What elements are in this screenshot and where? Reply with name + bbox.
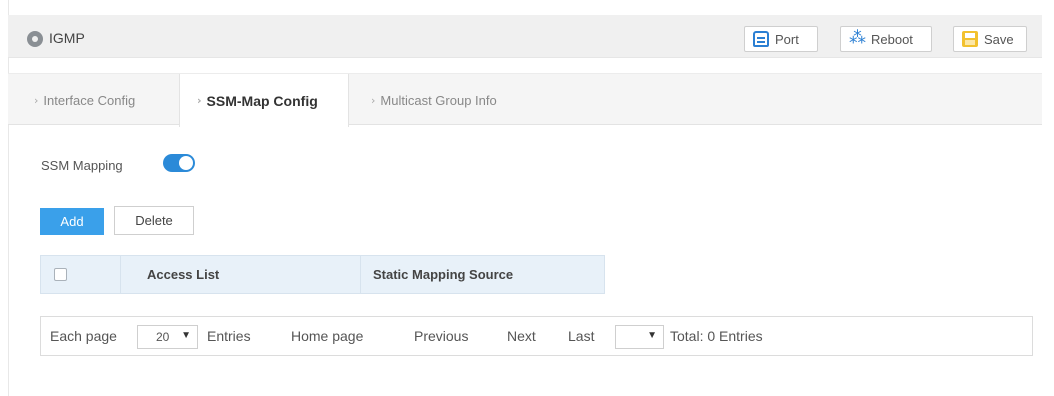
page-size-select[interactable]: 20 ▼ [137,325,198,349]
dropdown-arrow-icon: ▼ [181,330,191,341]
entries-label: Entries [207,328,251,344]
save-icon [962,31,978,47]
dropdown-arrow-icon: ▼ [647,330,657,341]
pagination-bar: Each page 20 ▼ Entries Home page Previou… [40,316,1033,356]
tab-label: SSM-Map Config [206,92,318,109]
home-page-link[interactable]: Home page [291,328,363,344]
module-icon [27,31,43,47]
reboot-button-label: Reboot [871,31,913,47]
port-button-label: Port [775,31,799,47]
add-button[interactable]: Add [40,208,104,235]
title-bar: IGMP Port Reboot Save [8,15,1042,58]
port-icon [753,31,769,47]
page-size-value: 20 [156,330,170,344]
tab-ssm-map-config[interactable]: › SSM-Map Config [179,74,349,127]
last-link[interactable]: Last [568,328,594,344]
chevron-right-icon: › [197,94,202,107]
next-link[interactable]: Next [507,328,536,344]
tab-label: Multicast Group Info [380,92,497,108]
ssm-mapping-label: SSM Mapping [41,158,123,173]
chevron-right-icon: › [371,93,376,107]
delete-button[interactable]: Delete [114,206,194,235]
page-title: IGMP [49,30,85,46]
reboot-icon [849,28,866,48]
mapping-table-header: Access List Static Mapping Source [40,255,605,294]
previous-link[interactable]: Previous [414,328,468,344]
port-button[interactable]: Port [744,26,818,52]
ssm-mapping-toggle[interactable] [163,154,195,172]
column-header-access-list[interactable]: Access List [121,256,361,293]
save-button[interactable]: Save [953,26,1027,52]
total-entries-label: Total: 0 Entries [670,328,763,344]
select-all-checkbox[interactable] [54,268,67,281]
tab-interface-config[interactable]: › Interface Config [34,74,135,126]
column-header-static-mapping-source[interactable]: Static Mapping Source [361,256,604,293]
chevron-right-icon: › [34,93,39,107]
each-page-label: Each page [50,328,117,344]
select-all-cell [41,256,121,293]
save-button-label: Save [984,31,1014,47]
reboot-button[interactable]: Reboot [840,26,932,52]
tab-bar: › Interface Config › SSM-Map Config › Mu… [8,73,1042,127]
tab-label: Interface Config [43,92,136,108]
tab-multicast-group-info[interactable]: › Multicast Group Info [371,74,497,126]
page-number-select[interactable]: ▼ [615,325,664,349]
